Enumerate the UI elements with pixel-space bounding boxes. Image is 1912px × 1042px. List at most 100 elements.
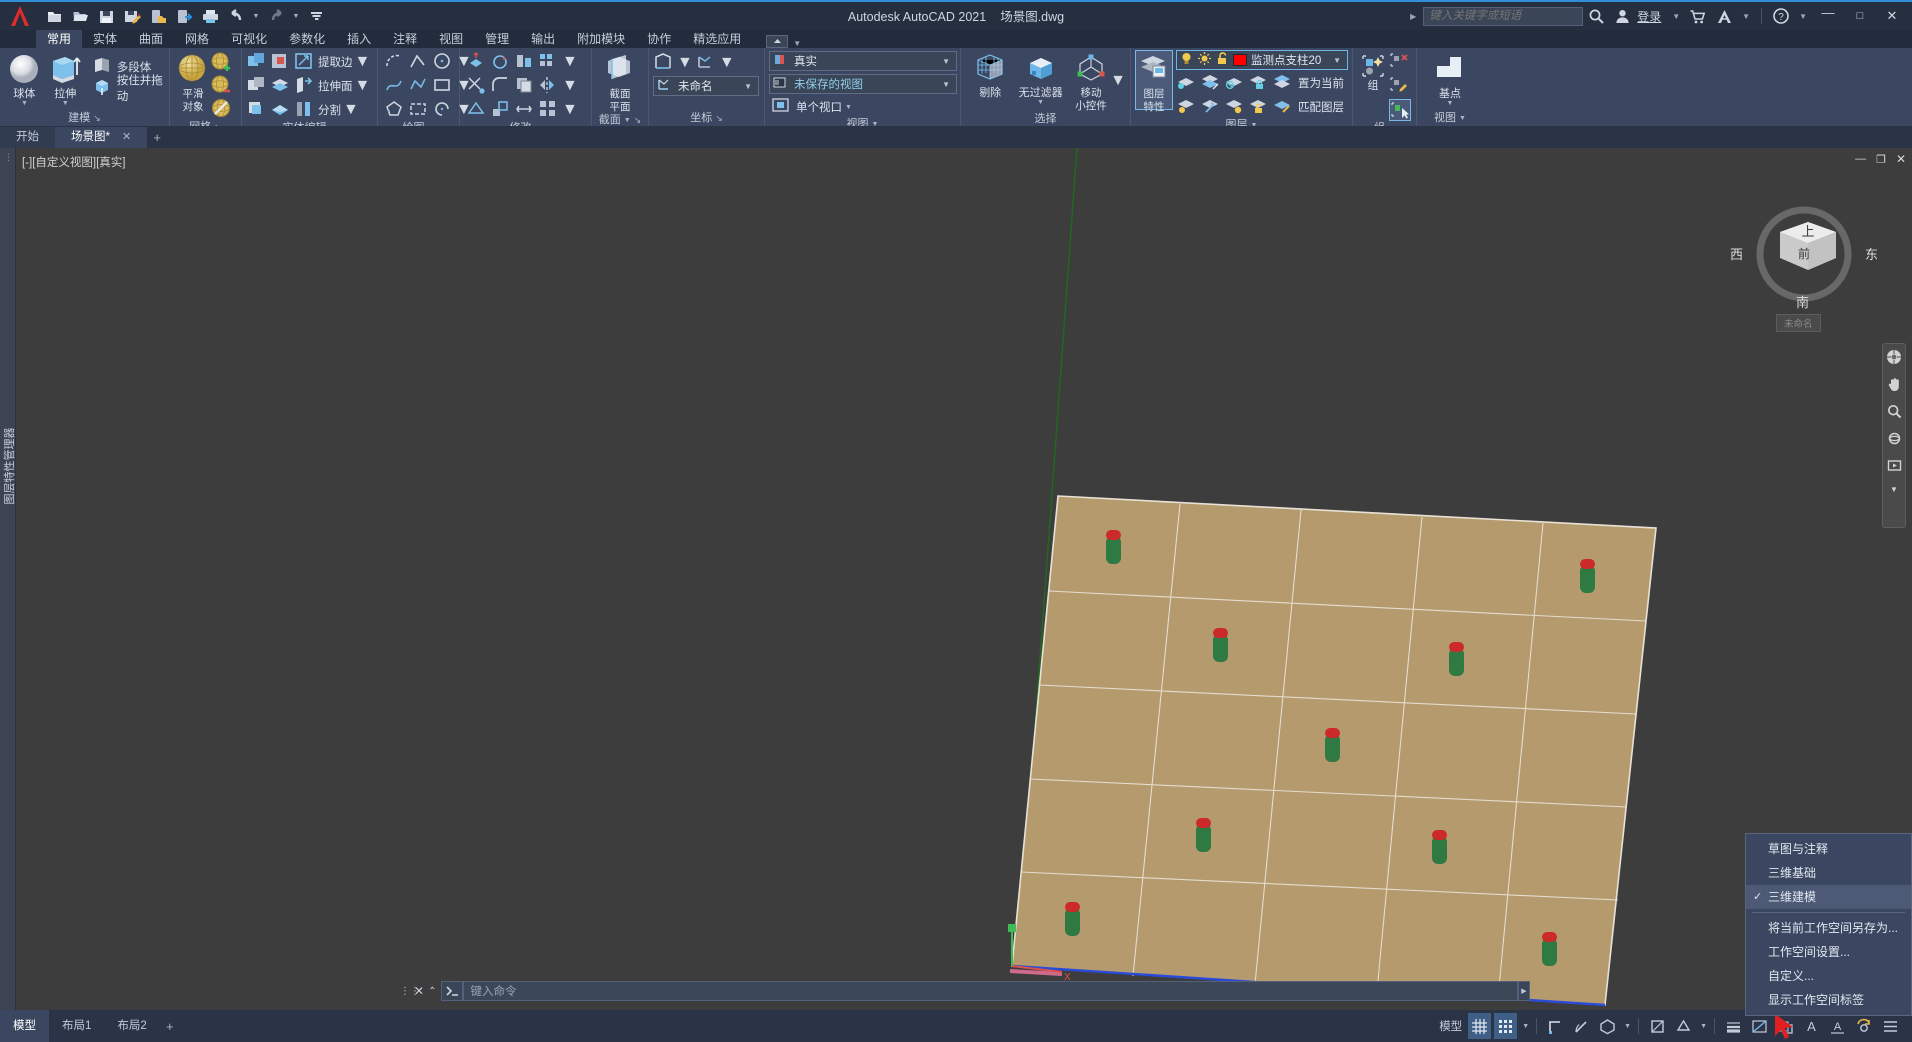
snap-dropdown-icon[interactable]: ▼: [1522, 1023, 1529, 1030]
workspace-switch-icon[interactable]: [1852, 1013, 1876, 1039]
transparency-icon[interactable]: [1748, 1013, 1771, 1039]
command-line-expand-icon[interactable]: ▶: [1518, 981, 1530, 1001]
cull-button[interactable]: 剔除: [965, 50, 1015, 99]
object-snap-icon[interactable]: [1646, 1013, 1669, 1039]
nofilter-button[interactable]: 无过滤器 ▼: [1015, 50, 1065, 106]
view-cube[interactable]: 上 前 西 东 南 未命名: [1730, 196, 1878, 332]
save-icon[interactable]: [94, 4, 118, 28]
ucs-dropdown-icon[interactable]: ▼: [677, 54, 693, 72]
file-tab-start[interactable]: 开始: [0, 127, 55, 148]
no-smooth-icon[interactable]: [211, 98, 233, 120]
qat-more-icon[interactable]: [304, 4, 328, 28]
import-icon[interactable]: [172, 4, 196, 28]
layer-on-all-icon[interactable]: [1176, 96, 1198, 118]
ribbon-tab-mesh[interactable]: 网格: [174, 30, 220, 48]
undo-icon[interactable]: [224, 4, 248, 28]
palette-grip[interactable]: ⋮: [4, 152, 14, 163]
extract-edges-dropdown-icon[interactable]: ▼: [355, 53, 371, 71]
close-button[interactable]: ✕: [1876, 2, 1908, 30]
ribbon-tab-collaborate[interactable]: 协作: [636, 30, 682, 48]
ribbon-minimize-dropdown-icon[interactable]: ▼: [793, 39, 801, 48]
context-item-3d-basics[interactable]: 三维基础: [1746, 861, 1911, 885]
current-layer-dropdown-icon[interactable]: ▼: [1329, 56, 1345, 65]
nav-steering-wheel-icon[interactable]: [1886, 349, 1902, 370]
panel-dialog-launcher-modeling[interactable]: ↘: [93, 111, 101, 126]
viewport-config-dropdown-icon[interactable]: ▼: [845, 104, 852, 111]
layer-freeze-icon[interactable]: [1200, 72, 1222, 94]
ucs-name-combo[interactable]: 未命名 ▼: [653, 76, 759, 96]
panel-dialog-launcher-coordinates[interactable]: ↘: [715, 111, 723, 126]
rect2-icon[interactable]: [408, 99, 430, 121]
smooth-object-button[interactable]: 平滑 对象: [176, 51, 210, 113]
separate-icon[interactable]: [294, 99, 316, 121]
layer-isolate-icon[interactable]: [1176, 72, 1198, 94]
ribbon-tab-solid[interactable]: 实体: [82, 30, 128, 48]
circle-icon[interactable]: [432, 51, 454, 73]
layer-off-icon[interactable]: [1224, 72, 1246, 94]
3d-scene[interactable]: X: [0, 148, 1912, 1010]
smooth-more-icon[interactable]: [211, 52, 233, 74]
nav-orbit-icon[interactable]: [1887, 431, 1902, 451]
lineweight-icon[interactable]: [1722, 1013, 1745, 1039]
ribbon-tab-visualize[interactable]: 可视化: [220, 30, 278, 48]
layer-thaw-sun-icon[interactable]: [1197, 51, 1215, 69]
customization-icon[interactable]: [1879, 1013, 1902, 1039]
drawing-canvas[interactable]: [-][自定义视图][真实] — ❐ ✕ X 上 前 西 东 南 未命名 ▼: [0, 148, 1912, 1010]
nav-zoom-icon[interactable]: [1887, 404, 1902, 424]
modify-dropdown-icon[interactable]: ▼: [562, 77, 578, 95]
ribbon-tab-view[interactable]: 视图: [428, 30, 474, 48]
extract-edges-icon[interactable]: [294, 51, 316, 73]
layer-color-swatch[interactable]: [1233, 54, 1247, 66]
visual-style-combo[interactable]: 真实 ▼: [769, 51, 957, 71]
layer-unlock-all-icon[interactable]: [1248, 96, 1270, 118]
union-icon[interactable]: [246, 51, 268, 73]
layer-lock-icon[interactable]: [1248, 72, 1270, 94]
context-item-workspace-settings[interactable]: 工作空间设置...: [1746, 940, 1911, 964]
line-icon[interactable]: [408, 51, 430, 73]
separate-dropdown-icon[interactable]: ▼: [343, 101, 359, 119]
align-icon[interactable]: [514, 51, 536, 73]
viewcube-south-label[interactable]: 南: [1796, 292, 1809, 311]
layout-tab-layout2[interactable]: 布局2: [104, 1010, 159, 1042]
ribbon-tab-home[interactable]: 常用: [36, 30, 83, 48]
context-item-drafting-annotation[interactable]: 草图与注释: [1746, 837, 1911, 861]
copy-icon[interactable]: [514, 75, 536, 97]
intersect-icon[interactable]: [246, 75, 268, 97]
saved-view-dropdown-icon[interactable]: ▼: [938, 80, 954, 89]
shell-icon[interactable]: [270, 99, 292, 121]
undo-dropdown-icon[interactable]: ▼: [250, 4, 262, 28]
open-file-icon[interactable]: [68, 4, 92, 28]
gizmo-button[interactable]: 移动 小控件: [1066, 50, 1116, 112]
app-dropdown-icon[interactable]: ▼: [1742, 12, 1750, 21]
gizmo-dropdown-icon[interactable]: ▼: [1110, 72, 1126, 90]
array-dropdown-icon[interactable]: ▼: [562, 53, 578, 71]
imprint-icon[interactable]: [246, 99, 268, 121]
scale-icon[interactable]: [490, 99, 512, 121]
account-icon[interactable]: [1609, 3, 1635, 29]
saved-view-combo[interactable]: 未保存的视图 ▼: [769, 74, 957, 94]
ucs-icon-2[interactable]: [695, 52, 717, 74]
ribbon-tab-annotate[interactable]: 注释: [382, 30, 428, 48]
polygon-icon[interactable]: [384, 99, 406, 121]
ribbon-tab-output[interactable]: 输出: [520, 30, 566, 48]
command-line[interactable]: ⋮⋮ ✕ ⌃ 键入命令 ▶: [400, 980, 1530, 1002]
ribbon-tab-featured-apps[interactable]: 精选应用: [682, 30, 752, 48]
layer-make-current-icon[interactable]: [1272, 72, 1294, 94]
ribbon-tab-addins[interactable]: 附加模块: [566, 30, 636, 48]
layer-thaw-all-icon[interactable]: [1200, 96, 1222, 118]
cart-icon[interactable]: [1685, 3, 1711, 29]
sphere-button[interactable]: 球体 ▼: [4, 51, 45, 107]
command-input[interactable]: 键入命令: [463, 981, 1518, 1001]
group-button[interactable]: 组: [1357, 51, 1389, 92]
ribbon-tab-insert[interactable]: 插入: [336, 30, 382, 48]
subtract-icon[interactable]: [270, 51, 292, 73]
3d-align-icon[interactable]: [466, 99, 488, 121]
autodesk-app-icon[interactable]: [1711, 3, 1737, 29]
trim-icon[interactable]: [466, 75, 488, 97]
help-dropdown-icon[interactable]: ▼: [1799, 12, 1807, 21]
command-prompt-icon[interactable]: [441, 981, 464, 1001]
panel-dropdown-viewbase[interactable]: ▼: [1459, 111, 1466, 126]
viewcube-wcs-label[interactable]: 未命名: [1776, 314, 1821, 332]
nav-pan-icon[interactable]: [1887, 377, 1902, 397]
navigation-bar[interactable]: ▼: [1882, 343, 1906, 528]
